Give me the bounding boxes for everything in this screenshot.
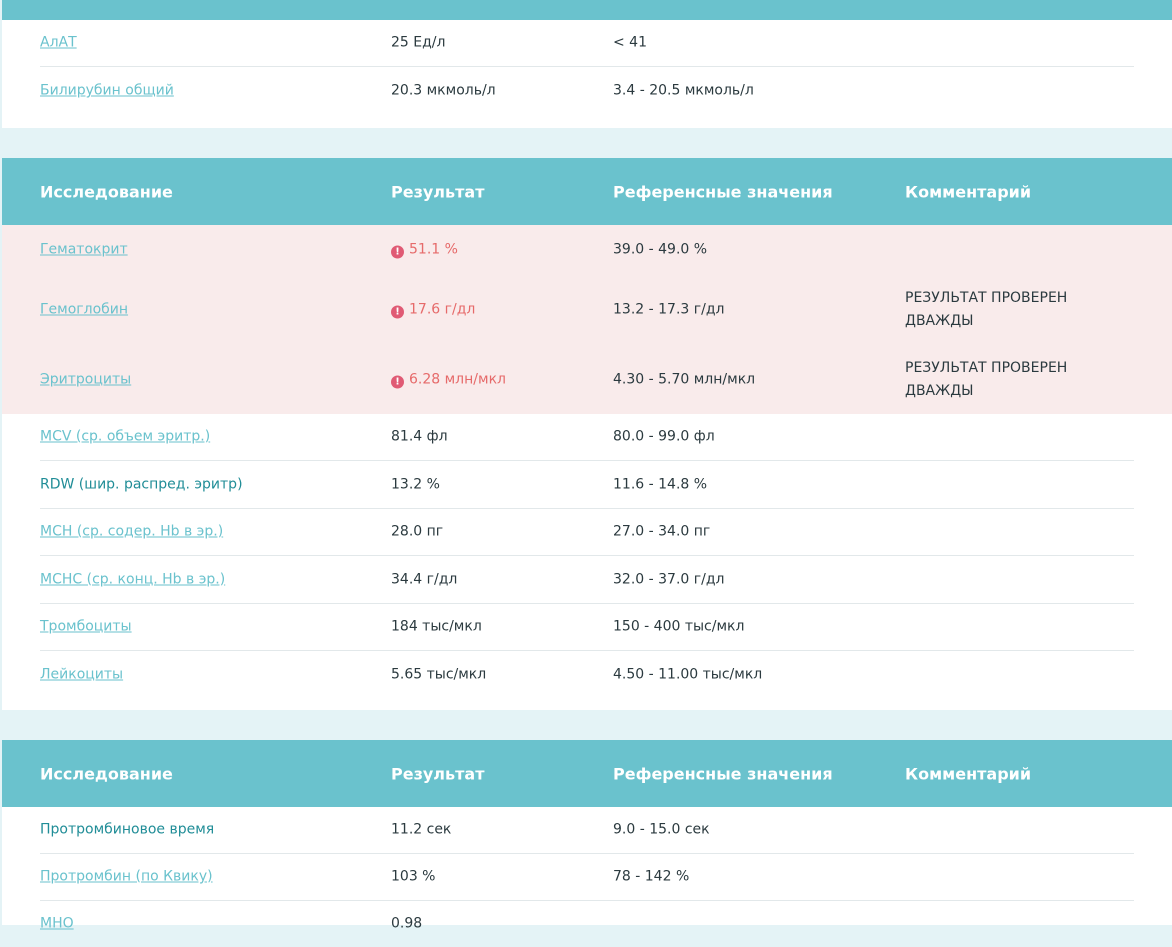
header-comment: Комментарий <box>905 182 1032 201</box>
table-row: MCV (ср. объем эритр.) 81.4 фл 80.0 - 99… <box>2 414 1172 460</box>
reference-range: < 41 <box>613 34 647 51</box>
table-row: Протромбин (по Квику) 103 % 78 - 142 % <box>2 854 1172 900</box>
table-row: MCHC (ср. конц. Hb в эр.) 34.4 г/дл 32.0… <box>2 556 1172 603</box>
result-value-abnormal: ! 6.28 млн/мкл <box>391 368 506 391</box>
result-value: 20.3 мкмоль/л <box>391 82 496 99</box>
header-test: Исследование <box>40 764 173 783</box>
reference-range: 27.0 - 34.0 пг <box>613 523 711 540</box>
test-link-prothrombin-quick[interactable]: Протромбин (по Квику) <box>40 866 213 889</box>
result-value: 28.0 пг <box>391 523 444 540</box>
test-name-prothrombin-time: Протромбиновое время <box>40 821 215 838</box>
comment-text: РЕЗУЛЬТАТ ПРОВЕРЕН ДВАЖДЫ <box>905 359 1068 399</box>
results-card-1: АлАТ 25 Ед/л < 41 Билирубин общий 20.3 м… <box>2 0 1172 128</box>
test-link-hemoglobin[interactable]: Гемоглобин <box>40 299 128 322</box>
reference-range: 32.0 - 37.0 г/дл <box>613 571 725 587</box>
result-value-abnormal: ! 17.6 г/дл <box>391 299 475 322</box>
test-link-mch[interactable]: MCH (ср. содер. Hb в эр.) <box>40 521 223 544</box>
header-reference: Референсные значения <box>613 764 833 783</box>
header-result: Результат <box>391 764 485 783</box>
reference-range: 39.0 - 49.0 % <box>613 241 708 258</box>
reference-range: 11.6 - 14.8 % <box>613 476 708 492</box>
header-test: Исследование <box>40 182 173 201</box>
comment-text: РЕЗУЛЬТАТ ПРОВЕРЕН ДВАЖДЫ <box>905 290 1068 329</box>
header-reference: Референсные значения <box>613 182 833 201</box>
result-value: 25 Ед/л <box>391 34 446 51</box>
result-value: 34.4 г/дл <box>391 571 458 587</box>
result-value: 5.65 тыс/мкл <box>391 666 487 682</box>
test-link-hematocrit[interactable]: Гематокрит <box>40 239 128 262</box>
reference-range: 13.2 - 17.3 г/дл <box>613 301 725 318</box>
test-link-inr[interactable]: МНО <box>40 913 74 936</box>
header-comment: Комментарий <box>905 764 1032 783</box>
table-row: Лейкоциты 5.65 тыс/мкл 4.50 - 11.00 тыс/… <box>2 651 1172 698</box>
test-link-leukocytes[interactable]: Лейкоциты <box>40 663 123 686</box>
table-row: Тромбоциты 184 тыс/мкл 150 - 400 тыс/мкл <box>2 604 1172 650</box>
table-row-abnormal: Гематокрит ! 51.1 % 39.0 - 49.0 % <box>2 225 1172 275</box>
test-link-bilirubin[interactable]: Билирубин общий <box>40 80 174 103</box>
test-link-alat[interactable]: АлАТ <box>40 32 77 55</box>
reference-range: 9.0 - 15.0 сек <box>613 821 710 838</box>
header-result: Результат <box>391 182 485 201</box>
result-value: 13.2 % <box>391 476 440 492</box>
result-value: 184 тыс/мкл <box>391 618 482 635</box>
reference-range: 80.0 - 99.0 фл <box>613 428 715 445</box>
reference-range: 3.4 - 20.5 мкмоль/л <box>613 82 754 99</box>
table-row-abnormal: Эритроциты ! 6.28 млн/мкл 4.30 - 5.70 млн… <box>2 345 1172 414</box>
result-value: 103 % <box>391 868 436 885</box>
table-row: МНО 0.98 <box>2 901 1172 947</box>
reference-range: 4.30 - 5.70 млн/мкл <box>613 371 756 387</box>
table-header-3: Исследование Результат Референсные значе… <box>2 740 1172 807</box>
results-card-3: Исследование Результат Референсные значе… <box>2 740 1172 932</box>
result-value: 81.4 фл <box>391 428 448 445</box>
test-link-mchc[interactable]: MCHC (ср. конц. Hb в эр.) <box>40 568 225 591</box>
exclamation-circle-icon: ! <box>391 245 404 259</box>
test-link-erythrocytes[interactable]: Эритроциты <box>40 368 131 391</box>
table-row: MCH (ср. содер. Hb в эр.) 28.0 пг 27.0 -… <box>2 509 1172 555</box>
table-header-1 <box>2 0 1172 20</box>
table-header-2: Исследование Результат Референсные значе… <box>2 158 1172 225</box>
reference-range: 150 - 400 тыс/мкл <box>613 618 745 635</box>
exclamation-circle-icon: ! <box>391 375 404 388</box>
result-value: 11.2 сек <box>391 821 452 838</box>
table-row: Билирубин общий 20.3 мкмоль/л 3.4 - 20.5… <box>2 67 1172 115</box>
reference-range: 4.50 - 11.00 тыс/мкл <box>613 666 763 682</box>
table-row: RDW (шир. распред. эритр) 13.2 % 11.6 - … <box>2 461 1172 508</box>
test-name-rdw: RDW (шир. распред. эритр) <box>40 476 243 492</box>
test-link-platelets[interactable]: Тромбоциты <box>40 616 132 639</box>
table-row-abnormal: Гемоглобин ! 17.6 г/дл 13.2 - 17.3 г/дл Р… <box>2 275 1172 345</box>
result-value: 0.98 <box>391 915 423 932</box>
table-row: АлАТ 25 Ед/л < 41 <box>2 20 1172 66</box>
result-value-abnormal: ! 51.1 % <box>391 239 458 262</box>
table-row: Протромбиновое время 11.2 сек 9.0 - 15.0… <box>2 807 1172 853</box>
exclamation-circle-icon: ! <box>391 305 404 319</box>
reference-range: 78 - 142 % <box>613 868 690 885</box>
results-card-2: Исследование Результат Референсные значе… <box>2 158 1172 710</box>
test-link-mcv[interactable]: MCV (ср. объем эритр.) <box>40 426 210 449</box>
